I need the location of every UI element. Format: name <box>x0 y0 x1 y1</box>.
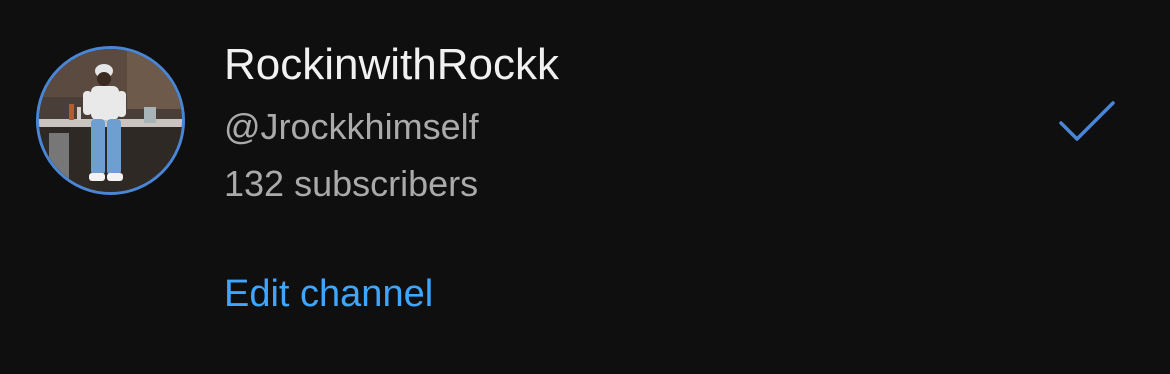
channel-avatar[interactable] <box>36 46 185 195</box>
avatar-photo <box>39 49 182 192</box>
subscriber-count: 132 subscribers <box>224 163 479 204</box>
checkmark-icon <box>1058 100 1116 146</box>
edit-channel-link[interactable]: Edit channel <box>224 270 433 318</box>
channel-name: RockinwithRockk <box>224 40 559 89</box>
account-row[interactable]: RockinwithRockk @Jrockkhimself 132 subsc… <box>0 0 1170 374</box>
channel-handle: @Jrockkhimself <box>224 106 479 147</box>
